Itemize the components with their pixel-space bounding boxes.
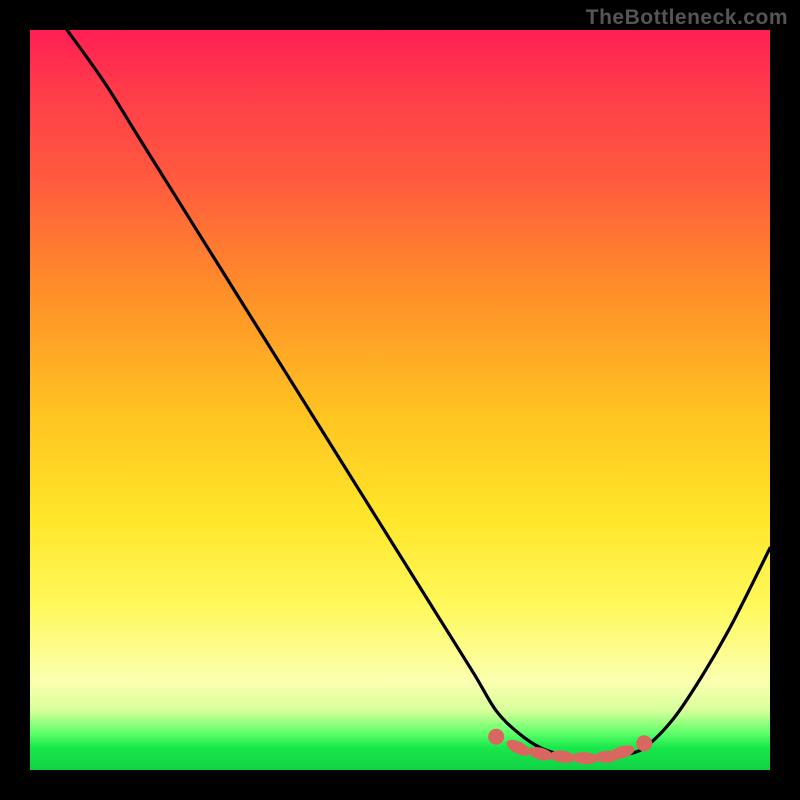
chart-frame: TheBottleneck.com bbox=[0, 0, 800, 800]
gradient-background bbox=[30, 30, 770, 770]
watermark-text: TheBottleneck.com bbox=[586, 6, 788, 30]
